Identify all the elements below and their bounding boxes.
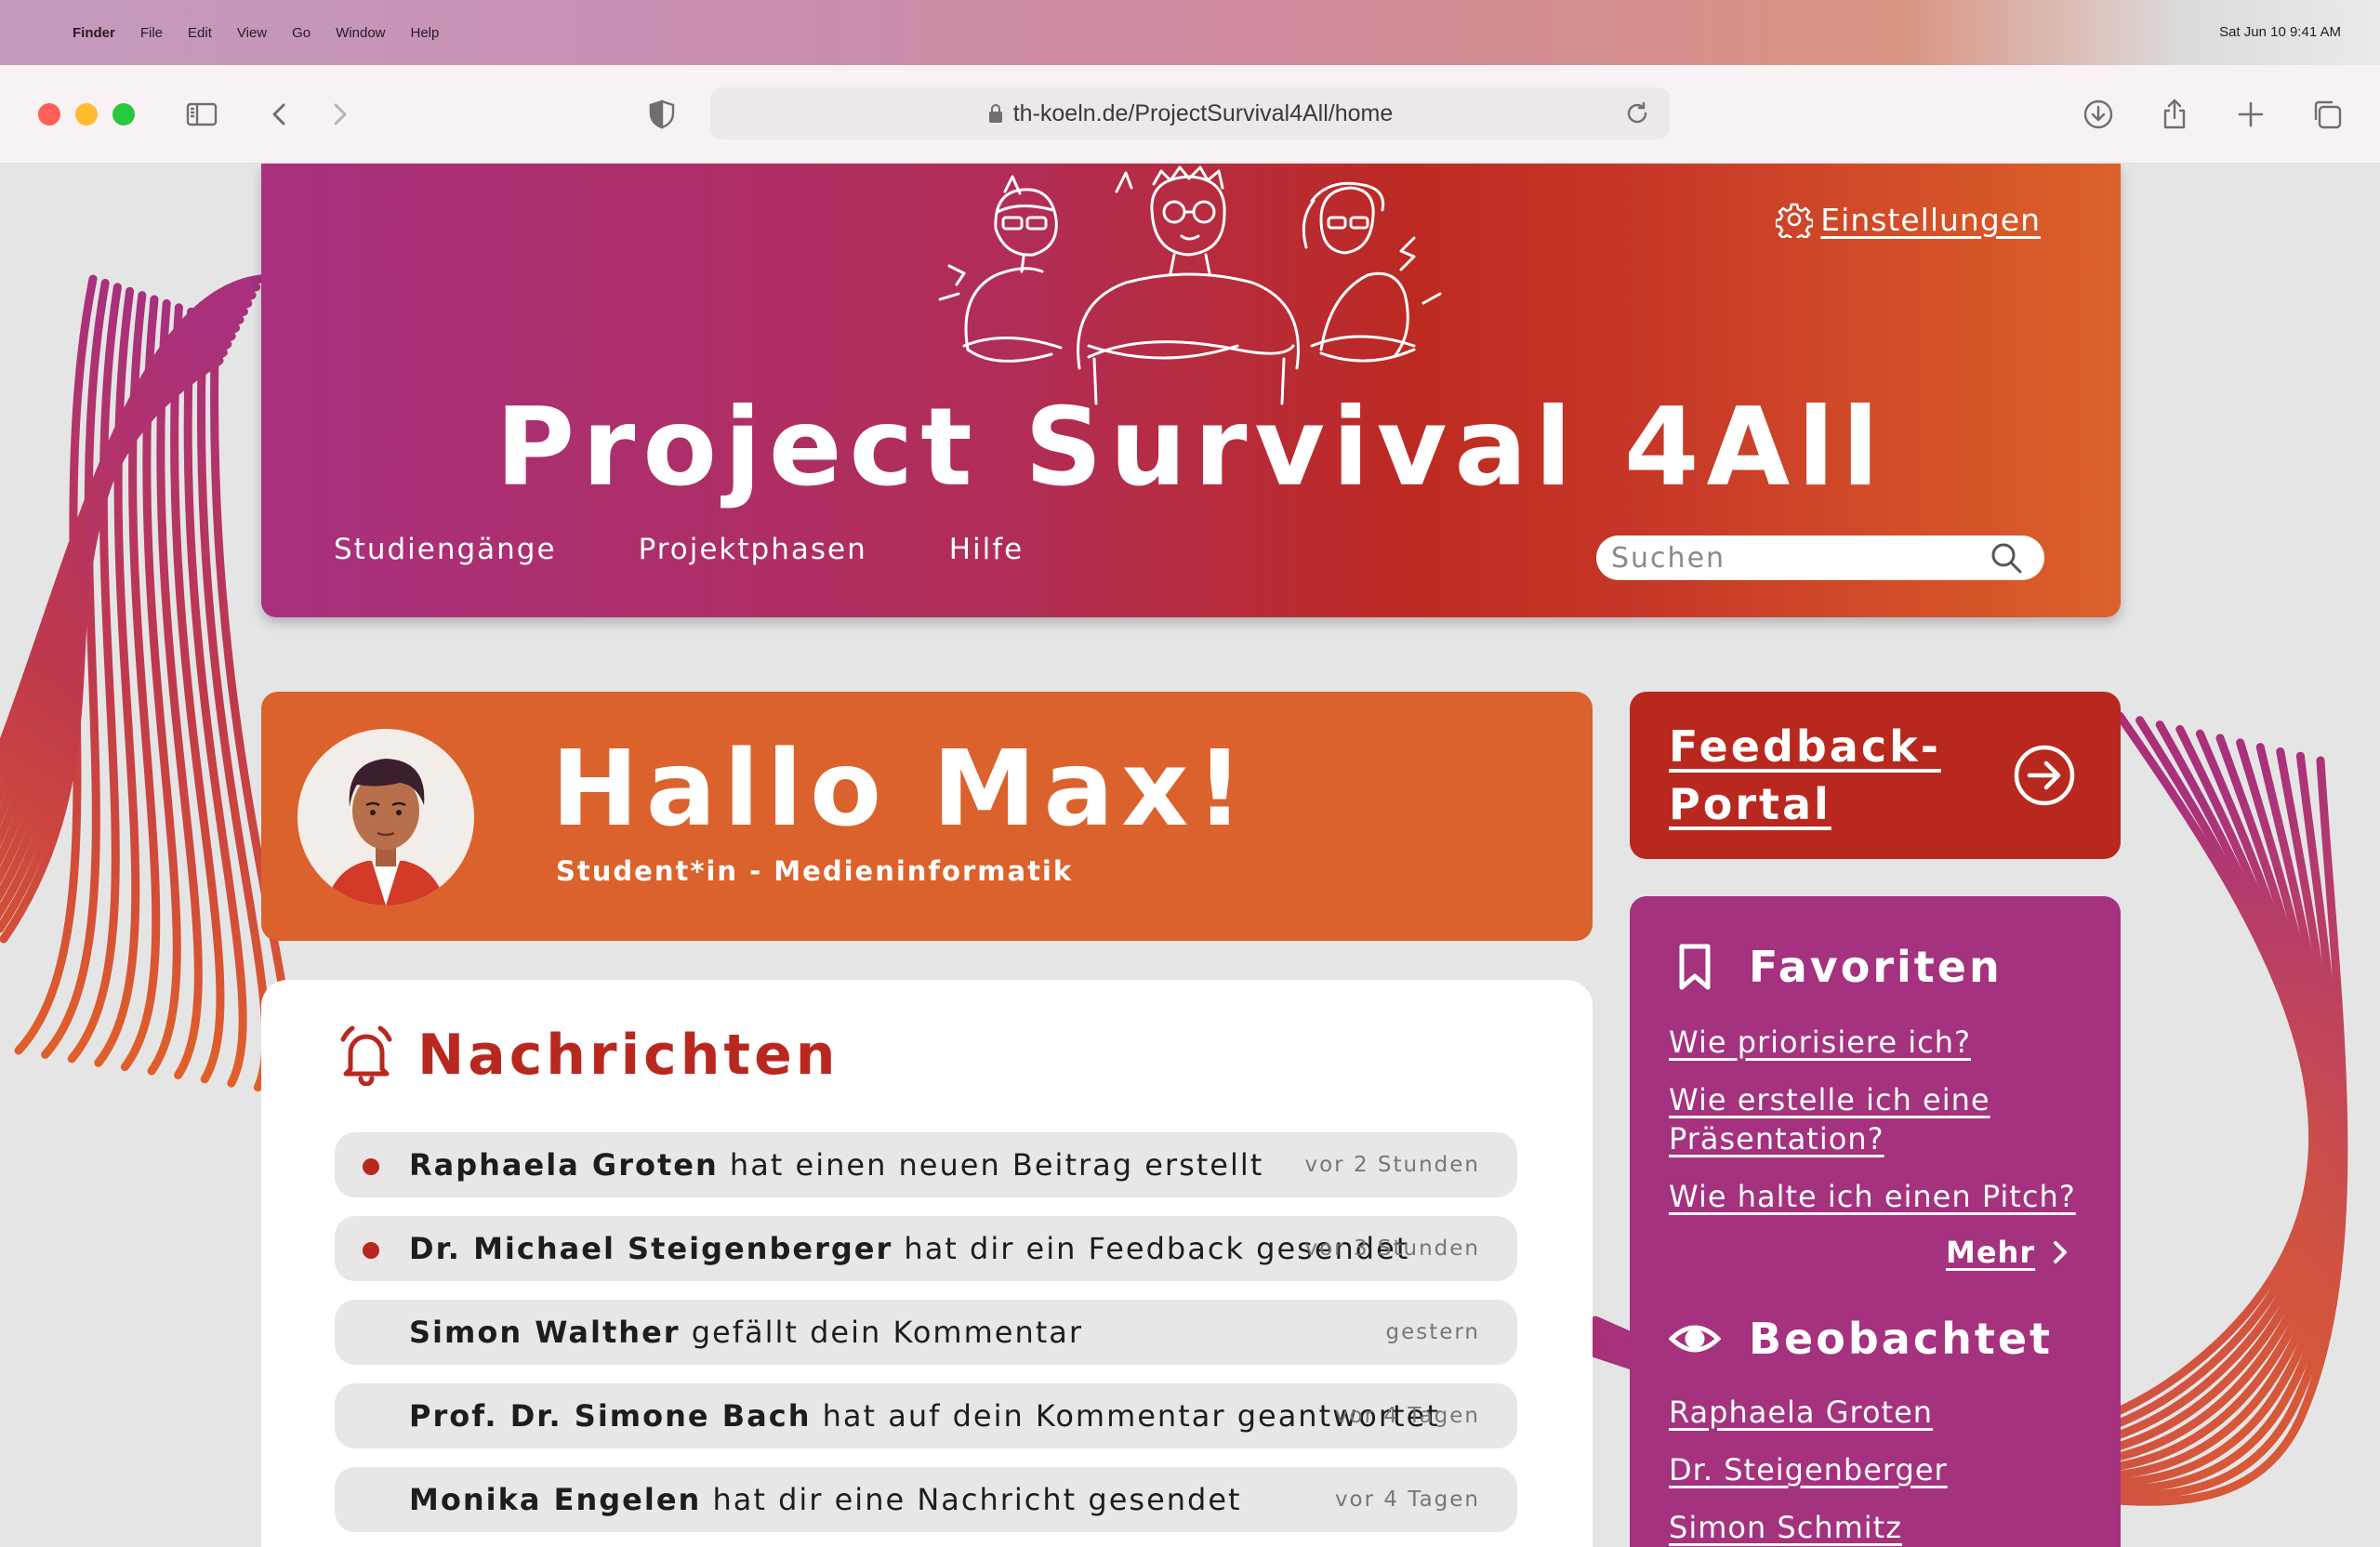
message-text: Prof. Dr. Simone Bach hat auf dein Komme… (409, 1398, 1440, 1434)
avatar[interactable] (298, 729, 474, 906)
message-text: Simon Walther gefällt dein Kommentar (409, 1315, 1083, 1350)
browser-toolbar: th-koeln.de/ProjectSurvival4All/home (0, 65, 2380, 164)
url-text[interactable]: th-koeln.de/ProjectSurvival4All/home (1013, 100, 1394, 127)
menu-file[interactable]: File (140, 25, 163, 41)
message-sender: Dr. Michael Steigenberger (409, 1231, 893, 1266)
messages-heading: Nachrichten (337, 1023, 840, 1088)
lock-icon (988, 104, 1002, 123)
message-body: gefällt dein Kommentar (680, 1315, 1084, 1350)
favorites-heading: Favoriten (1669, 941, 2003, 993)
message-item[interactable]: Simon Walther gefällt dein Kommentar gest… (335, 1300, 1517, 1365)
eye-icon (1669, 1325, 1721, 1353)
main-navigation: Studiengänge Projektphasen Hilfe (334, 533, 1105, 566)
nav-item-studiengaenge[interactable]: Studiengänge (334, 533, 557, 566)
address-bar[interactable]: th-koeln.de/ProjectSurvival4All/home (710, 87, 1670, 139)
menu-help[interactable]: Help (411, 25, 440, 41)
message-item[interactable]: Dr. Michael Steigenberger hat dir ein Fe… (335, 1216, 1517, 1281)
greeting-card: Hallo Max! Student*in - Medieninformatik (261, 692, 1593, 941)
menu-edit[interactable]: Edit (188, 25, 212, 41)
message-timestamp: vor 4 Tagen (1334, 1404, 1480, 1428)
bookmark-icon (1679, 944, 1711, 990)
menu-go[interactable]: Go (292, 25, 311, 41)
bell-icon (340, 1025, 392, 1086)
nav-item-hilfe[interactable]: Hilfe (949, 533, 1025, 566)
fullscreen-window-button[interactable] (112, 103, 135, 126)
watched-person-link[interactable]: Simon Schmitz (1669, 1508, 2078, 1547)
menu-window[interactable]: Window (336, 25, 385, 41)
message-timestamp: vor 3 Stunden (1304, 1236, 1480, 1261)
nav-item-projektphasen[interactable]: Projektphasen (639, 533, 867, 566)
page-title: Project Survival 4All (496, 385, 1886, 510)
settings-label: Einstellungen (1820, 201, 2041, 238)
favorites-title: Favoriten (1749, 942, 2003, 992)
downloads-icon[interactable] (2077, 93, 2120, 136)
macos-menu-bar: Finder File Edit View Go Window Help Sat… (0, 0, 2380, 65)
message-text: Monika Engelen hat dir eine Nachricht ge… (409, 1482, 1242, 1517)
settings-link[interactable]: Einstellungen (1776, 201, 2041, 238)
apple-menu-icon[interactable] (33, 23, 52, 42)
message-body: hat einen neuen Beitrag erstellt (718, 1147, 1264, 1183)
feedback-portal-link[interactable]: Feedback-Portal (1669, 718, 1948, 833)
message-sender: Prof. Dr. Simone Bach (409, 1398, 812, 1434)
favorite-link-pitch[interactable]: Wie halte ich einen Pitch? (1669, 1177, 2078, 1216)
reload-icon[interactable] (1623, 99, 1651, 127)
message-item[interactable]: Prof. Dr. Simone Bach hat auf dein Komme… (335, 1383, 1517, 1448)
share-icon[interactable] (2153, 93, 2196, 136)
menu-app-name[interactable]: Finder (73, 25, 115, 41)
message-timestamp: vor 4 Tagen (1334, 1488, 1480, 1512)
new-tab-plus-icon[interactable] (2229, 93, 2272, 136)
gear-icon (1776, 203, 1814, 238)
sidebar-panel: Favoriten Wie priorisiere ich? Wie erste… (1630, 896, 2121, 1547)
messages-panel: Nachrichten Raphaela Groten hat einen ne… (261, 980, 1593, 1547)
back-arrow-icon[interactable] (258, 93, 301, 136)
tab-overview-icon[interactable] (2306, 93, 2348, 136)
favorite-link-priorisieren[interactable]: Wie priorisiere ich? (1669, 1023, 2078, 1062)
chevron-right-icon (2054, 1241, 2068, 1263)
message-sender: Simon Walther (409, 1315, 681, 1350)
unread-dot-icon (363, 1158, 379, 1175)
close-window-button[interactable] (38, 103, 60, 126)
message-text: Raphaela Groten hat einen neuen Beitrag … (409, 1147, 1263, 1183)
minimize-window-button[interactable] (75, 103, 98, 126)
feedback-portal-card[interactable]: Feedback-Portal (1630, 692, 2121, 859)
message-body: hat dir eine Nachricht gesendet (701, 1482, 1242, 1517)
more-label: Mehr (1946, 1235, 2036, 1270)
message-item[interactable]: Raphaela Groten hat einen neuen Beitrag … (335, 1132, 1517, 1197)
message-sender: Monika Engelen (409, 1482, 702, 1517)
menu-view[interactable]: View (237, 25, 267, 41)
watched-person-link[interactable]: Dr. Steigenberger (1669, 1450, 2078, 1489)
more-favorites-link[interactable]: Mehr (1946, 1235, 2072, 1270)
search-icon[interactable] (1989, 540, 2024, 575)
message-sender: Raphaela Groten (409, 1147, 719, 1183)
search-box (1596, 536, 2044, 580)
menu-bar-clock[interactable]: Sat Jun 10 9:41 AM (2219, 24, 2341, 40)
privacy-shield-icon[interactable] (641, 93, 683, 136)
message-list: Raphaela Groten hat einen neuen Beitrag … (335, 1132, 1517, 1547)
arrow-right-circle-icon[interactable] (2011, 742, 2078, 809)
message-timestamp: gestern (1385, 1320, 1480, 1344)
message-timestamp: vor 2 Stunden (1304, 1153, 1480, 1177)
unread-dot-icon (363, 1242, 379, 1259)
messages-title: Nachrichten (417, 1023, 840, 1088)
search-input[interactable] (1596, 541, 1989, 575)
watched-person-link[interactable]: Raphaela Groten (1669, 1393, 2078, 1432)
greeting-heading: Hallo Max! (551, 729, 1251, 850)
message-text: Dr. Michael Steigenberger hat dir ein Fe… (409, 1231, 1409, 1266)
watched-title: Beobachtet (1749, 1314, 2054, 1364)
site-header-banner: Einstellungen Project Survival 4All Stud… (261, 164, 2121, 617)
sidebar-toggle-icon[interactable] (180, 93, 223, 136)
watched-heading: Beobachtet (1669, 1313, 2053, 1365)
favorite-link-praesentation[interactable]: Wie erstelle ich eine Präsentation? (1669, 1080, 2078, 1158)
message-item[interactable]: Monika Engelen hat dir eine Nachricht ge… (335, 1467, 1517, 1532)
hero-group-illustration (938, 165, 1442, 405)
user-role: Student*in - Medieninformatik (556, 855, 1074, 887)
forward-arrow-icon[interactable] (318, 93, 361, 136)
